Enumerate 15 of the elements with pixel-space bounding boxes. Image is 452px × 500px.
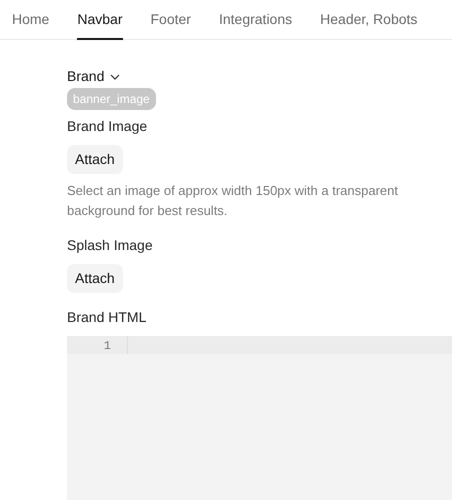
tab[interactable]: Home bbox=[12, 0, 50, 40]
line-number: 1 bbox=[104, 338, 111, 354]
code-editor[interactable]: 1 bbox=[67, 336, 452, 500]
tag-chip: banner_image bbox=[67, 88, 156, 110]
field-label: Splash Image bbox=[67, 236, 154, 255]
attach-button[interactable]: Attach bbox=[67, 264, 123, 293]
field-label: Brand Image bbox=[67, 117, 148, 136]
tab[interactable]: Header, Robots bbox=[320, 0, 418, 40]
section-toggle[interactable]: Brand bbox=[67, 66, 120, 87]
attach-button[interactable]: Attach bbox=[67, 145, 123, 174]
tab[interactable]: Footer bbox=[150, 0, 191, 40]
help-text: Select an image of approx width 150px with a transparent background for best results. bbox=[67, 182, 399, 220]
field-label: Brand HTML bbox=[67, 308, 148, 327]
tab[interactable]: Integrations bbox=[218, 0, 292, 40]
tab[interactable]: Navbar bbox=[77, 0, 122, 40]
